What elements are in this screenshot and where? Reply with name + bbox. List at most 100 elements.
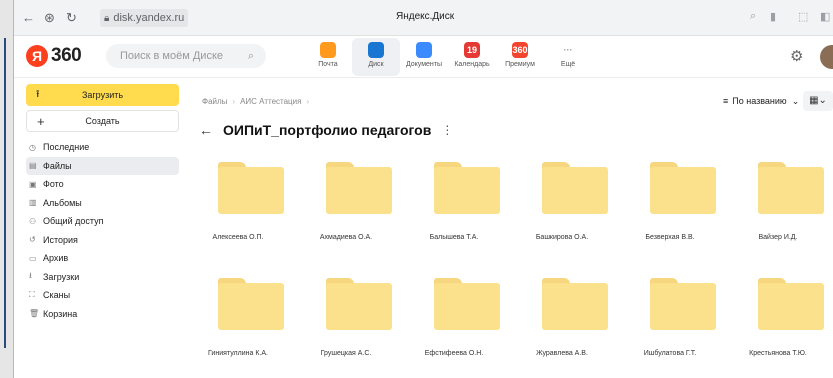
bookmark-icon[interactable]: ▮ [770, 10, 776, 23]
sidebar-item[interactable]: ◷ Последние [26, 138, 179, 157]
service-item[interactable]: 360 Премиум [496, 38, 544, 76]
create-button-label: Создать [85, 116, 120, 126]
page-title: ОИПиТ_портфолио педагогов [223, 122, 432, 138]
service-item[interactable]: ··· Ещё [544, 38, 592, 76]
extensions-icon[interactable]: ⬚ [798, 10, 808, 23]
window-title: Яндекс.Диск [396, 11, 455, 22]
address-bar[interactable]: 🔒︎ disk.yandex.ru [100, 9, 189, 27]
sidebar-item[interactable]: ▭ Архив [26, 249, 179, 268]
reader-icon[interactable]: ⌕ [750, 10, 756, 23]
folder-name: Гиниятуллина К.А. [208, 350, 268, 357]
sidebar-item[interactable]: ▤ Файлы [26, 156, 179, 175]
sidebar-item-label: История [43, 234, 78, 245]
sidebar-item[interactable]: ⚇ Общий доступ [26, 212, 179, 231]
folder-name: Журавлева А.В. [536, 350, 588, 357]
folder-icon [542, 278, 608, 330]
service-label: Премиум [505, 61, 535, 68]
sidebar-item[interactable]: ▣ Фото [26, 175, 179, 194]
folder-name: Ахмадиева О.А. [319, 234, 373, 241]
logo-360: 360 [51, 45, 82, 66]
folder-icon [758, 162, 824, 214]
folder-name: Алексеева О.П. [212, 234, 264, 241]
back-icon[interactable]: ← [22, 10, 35, 25]
folder-item[interactable]: Башкирова О.А. [508, 158, 616, 250]
folder-item[interactable]: Ахмадиева О.А. [292, 158, 400, 250]
sort-dropdown[interactable]: ≡ По названию ⌄ [717, 91, 805, 111]
view-mode-button[interactable]: ▦⌄ [803, 91, 833, 111]
search-input[interactable]: Поиск в моём Диске ⌕ [106, 44, 266, 68]
service-label: Почта [318, 61, 338, 68]
more-options-icon[interactable]: ⋮ [441, 123, 453, 137]
main-content: Файлы › АИС Аттестация › ≡ По названию ⌄ ▦⌄… [184, 78, 833, 378]
folder-body [650, 283, 716, 330]
clock-icon: ◷ [29, 142, 36, 152]
sidebar-item[interactable]: ▥ Альбомы [26, 194, 179, 213]
search-placeholder: Поиск в моём Диске [120, 50, 224, 62]
folder-item[interactable]: Гиниятуллина К.А. [184, 274, 292, 366]
folder-item[interactable]: Ишбулатова Г.Т. [616, 274, 724, 366]
create-button[interactable]: + Создать [26, 110, 179, 132]
breadcrumb-item-ais[interactable]: АИС Аттестация [240, 97, 301, 106]
reload-icon[interactable]: ↻ [66, 10, 77, 26]
upload-button[interactable]: ⭱ Загрузить [26, 84, 179, 106]
service-item[interactable]: Диск [352, 38, 400, 76]
breadcrumb-item-files[interactable]: Файлы [202, 97, 227, 106]
folder-item[interactable]: Алексеева О.П. [184, 158, 292, 250]
folder-name: Крестьянова Т.Ю. [749, 350, 807, 357]
sidebar: ⭱ Загрузить + Создать ◷ Последние ▤ Файлы ▣ Ф… [14, 78, 184, 378]
folder-item[interactable]: Крестьянова Т.Ю. [724, 274, 832, 366]
sidebar-item[interactable]: ↺ История [26, 231, 179, 250]
service-icon: 19 [464, 42, 480, 58]
folder-body [650, 167, 716, 214]
gear-icon[interactable]: ⚙ [790, 47, 803, 65]
logo[interactable]: Я 360 [26, 45, 82, 67]
folder-name: Безверхая В.В. [645, 234, 695, 241]
shield-icon[interactable]: ⊛ [44, 10, 55, 26]
service-item[interactable]: Документы [400, 38, 448, 76]
folder-name: Грушецкая А.С. [320, 350, 372, 357]
folder-body [434, 167, 500, 214]
service-item[interactable]: Почта [304, 38, 352, 76]
folder-item[interactable]: Вайзер И.Д. [724, 158, 832, 250]
history-icon: ↺ [29, 235, 36, 245]
sidebar-item[interactable]: ⭳ Загрузки [26, 268, 179, 287]
folder-body [218, 167, 284, 214]
folder-body [758, 283, 824, 330]
breadcrumb: Файлы › АИС Аттестация › [202, 97, 310, 106]
back-arrow-icon[interactable]: ← [199, 122, 213, 138]
upload-button-label: Загрузить [81, 90, 124, 100]
sidebar-item[interactable]: 🗑︎ Корзина [26, 305, 179, 324]
service-item[interactable]: 19 Календарь [448, 38, 496, 76]
browser-toolbar: ← ⊛ ↻ 🔒︎ disk.yandex.ru Яндекс.Диск ⌕ ▮ … [14, 0, 833, 36]
app-header: Я 360 Поиск в моём Диске ⌕ Почта Диск Доку… [14, 36, 833, 78]
search-icon[interactable]: ⌕ [248, 44, 254, 68]
sidebar-item-label: Файлы [43, 160, 72, 171]
service-label: Ещё [560, 61, 576, 68]
left-window-marker [4, 38, 10, 348]
upload-icon: ⭱ [36, 88, 40, 100]
sidebar-item-label: Сканы [43, 290, 71, 301]
chevron-down-icon: ⌄ [818, 95, 827, 106]
folder-icon [650, 278, 716, 330]
folder-icon [542, 162, 608, 214]
folder-item[interactable]: Балышева Т.А. [400, 158, 508, 250]
folder-body [434, 283, 500, 330]
folder-item[interactable]: Грушецкая А.С. [292, 274, 400, 366]
folder-name: Ишбулатова Г.Т. [643, 350, 697, 357]
profile-icon[interactable]: ◧ [820, 10, 830, 23]
service-icon [320, 42, 336, 58]
folder-item[interactable]: Журавлева А.В. [508, 274, 616, 366]
service-icon: 360 [512, 42, 528, 58]
folder-icon [326, 278, 392, 330]
folder-item[interactable]: Безверхая В.В. [616, 158, 724, 250]
service-switcher: Почта Диск Документы 19 Календарь 360 Премиум ·… [304, 38, 592, 76]
grid-icon: ▦ [809, 95, 819, 106]
folder-body [326, 283, 392, 330]
sidebar-item-label: Фото [43, 179, 64, 190]
folder-name: Вайзер И.Д. [758, 234, 798, 241]
sidebar-item[interactable]: ⛶ Сканы [26, 286, 179, 305]
lock-icon: 🔒︎ [104, 12, 110, 24]
sidebar-item-label: Альбомы [43, 197, 82, 208]
folder-item[interactable]: Ефстифеева О.Н. [400, 274, 508, 366]
avatar[interactable] [820, 45, 833, 69]
